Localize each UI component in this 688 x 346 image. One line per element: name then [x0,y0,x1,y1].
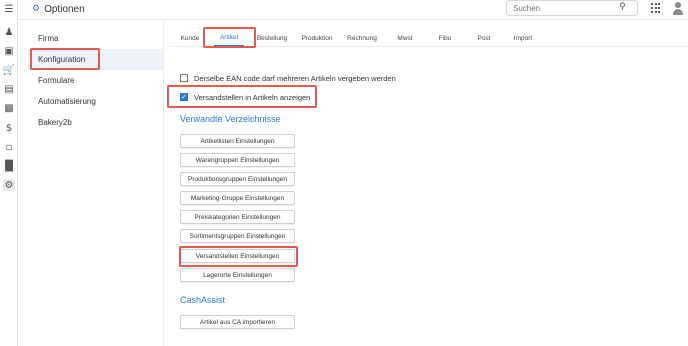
gear-icon: ⚙ [32,4,41,14]
versandstellen-settings-button[interactable]: Versandstellen Einstellungen [180,249,295,263]
menu-icon[interactable]: ☰ [3,3,15,15]
clipboard-icon[interactable]: ▫ [3,141,15,153]
sidebar-item-firma[interactable]: Firma [28,28,163,49]
header-divider [18,19,688,20]
factory-icon[interactable]: ▩ [3,102,15,114]
tab-bestellung[interactable]: Bestellung [254,30,290,46]
lagerorte-settings-button[interactable]: Lagerorte Einstellungen [180,268,295,282]
versand-option: ✓ Versandstellen in Artikeln anzeigen [180,91,310,103]
sidebar-divider [163,20,164,346]
warengruppen-settings-button[interactable]: Warengruppen Einstellungen [180,153,295,167]
preiskategorien-settings-button[interactable]: Preiskategorien Einstellungen [180,210,295,224]
gear-icon[interactable]: ⚙ [3,179,15,191]
tab-post[interactable]: Post [474,30,494,46]
tab-label: Fibu [438,34,452,42]
artikellisten-settings-button[interactable]: Artikellisten Einstellungen [180,134,295,148]
produktionsgruppen-settings-button[interactable]: Produktionsgruppen Einstellungen [180,172,295,186]
cart-icon[interactable]: 🛒 [3,64,15,76]
apps-grid-icon[interactable] [651,3,661,13]
tab-label: Artikel [219,34,239,41]
scan-icon[interactable]: ▣ [3,45,15,57]
sortimentsgruppen-settings-button[interactable]: Sortimentsgruppen Einstellungen [180,229,295,243]
sidebar-item-automatisierung[interactable]: Automatisierung [28,91,163,112]
settings-menu: Firma Konfiguration Formulare Automatisi… [28,28,163,133]
tab-fibu[interactable]: Fibu [434,30,456,46]
chart-icon[interactable]: █ [3,160,15,172]
tab-produktion[interactable]: Produktion [298,30,336,46]
sidebar-item-label: Automatisierung [38,97,96,106]
sidebar-item-label: Formulare [38,76,75,85]
page-title-text: Optionen [44,3,85,15]
sidebar-item-bakery2b[interactable]: Bakery2b [28,112,163,133]
sidebar-item-label: Firma [38,34,59,43]
tab-label: Post [477,34,491,42]
icon-rail: ☰ ♟ ▣ 🛒 ▤ ▩ $ ▫ █ ⚙ [0,0,18,346]
ean-option-label: Derselbe EAN code darf mehreren Artikeln… [194,73,396,83]
tab-kunde[interactable]: Kunde [176,30,204,46]
tab-label: Rechnung [347,34,377,42]
page-title: ⚙ Optionen [32,2,85,16]
tab-label: Bestellung [256,34,288,42]
tab-label: Mwst [397,34,413,42]
tab-artikel[interactable]: Artikel [214,30,244,46]
tab-label: Import [513,34,533,42]
tab-label: Produktion [301,34,333,42]
sidebar-item-formulare[interactable]: Formulare [28,70,163,91]
tab-label: Kunde [180,34,200,42]
search-icon[interactable]: ⚲ [619,2,626,12]
tab-bar-divider [170,46,688,47]
marketing-gruppe-settings-button[interactable]: Marketing-Gruppe Einstellungen [180,191,295,205]
sidebar-item-label: Bakery2b [38,118,72,127]
tab-mwst[interactable]: Mwst [392,30,418,46]
ean-checkbox[interactable] [180,74,188,82]
tab-rechnung[interactable]: Rechnung [344,30,380,46]
user-icon[interactable]: ♟ [3,26,15,38]
sidebar-item-label: Konfiguration [38,55,86,64]
avatar[interactable] [672,1,684,15]
sidebar-item-konfiguration[interactable]: Konfiguration [28,49,163,70]
versand-checkbox[interactable]: ✓ [180,93,188,101]
versand-option-label: Versandstellen in Artikeln anzeigen [194,92,311,102]
cashassist-section-title: CashAssist [180,295,226,305]
tab-import[interactable]: Import [510,30,536,46]
ca-import-button[interactable]: Artikel aus CA importieren [180,315,295,329]
related-section-title: Verwandte Verzeichnisse [180,114,281,124]
ean-option: Derselbe EAN code darf mehreren Artikeln… [180,72,396,84]
briefcase-icon[interactable]: ▤ [3,83,15,95]
dollar-icon[interactable]: $ [3,122,15,134]
